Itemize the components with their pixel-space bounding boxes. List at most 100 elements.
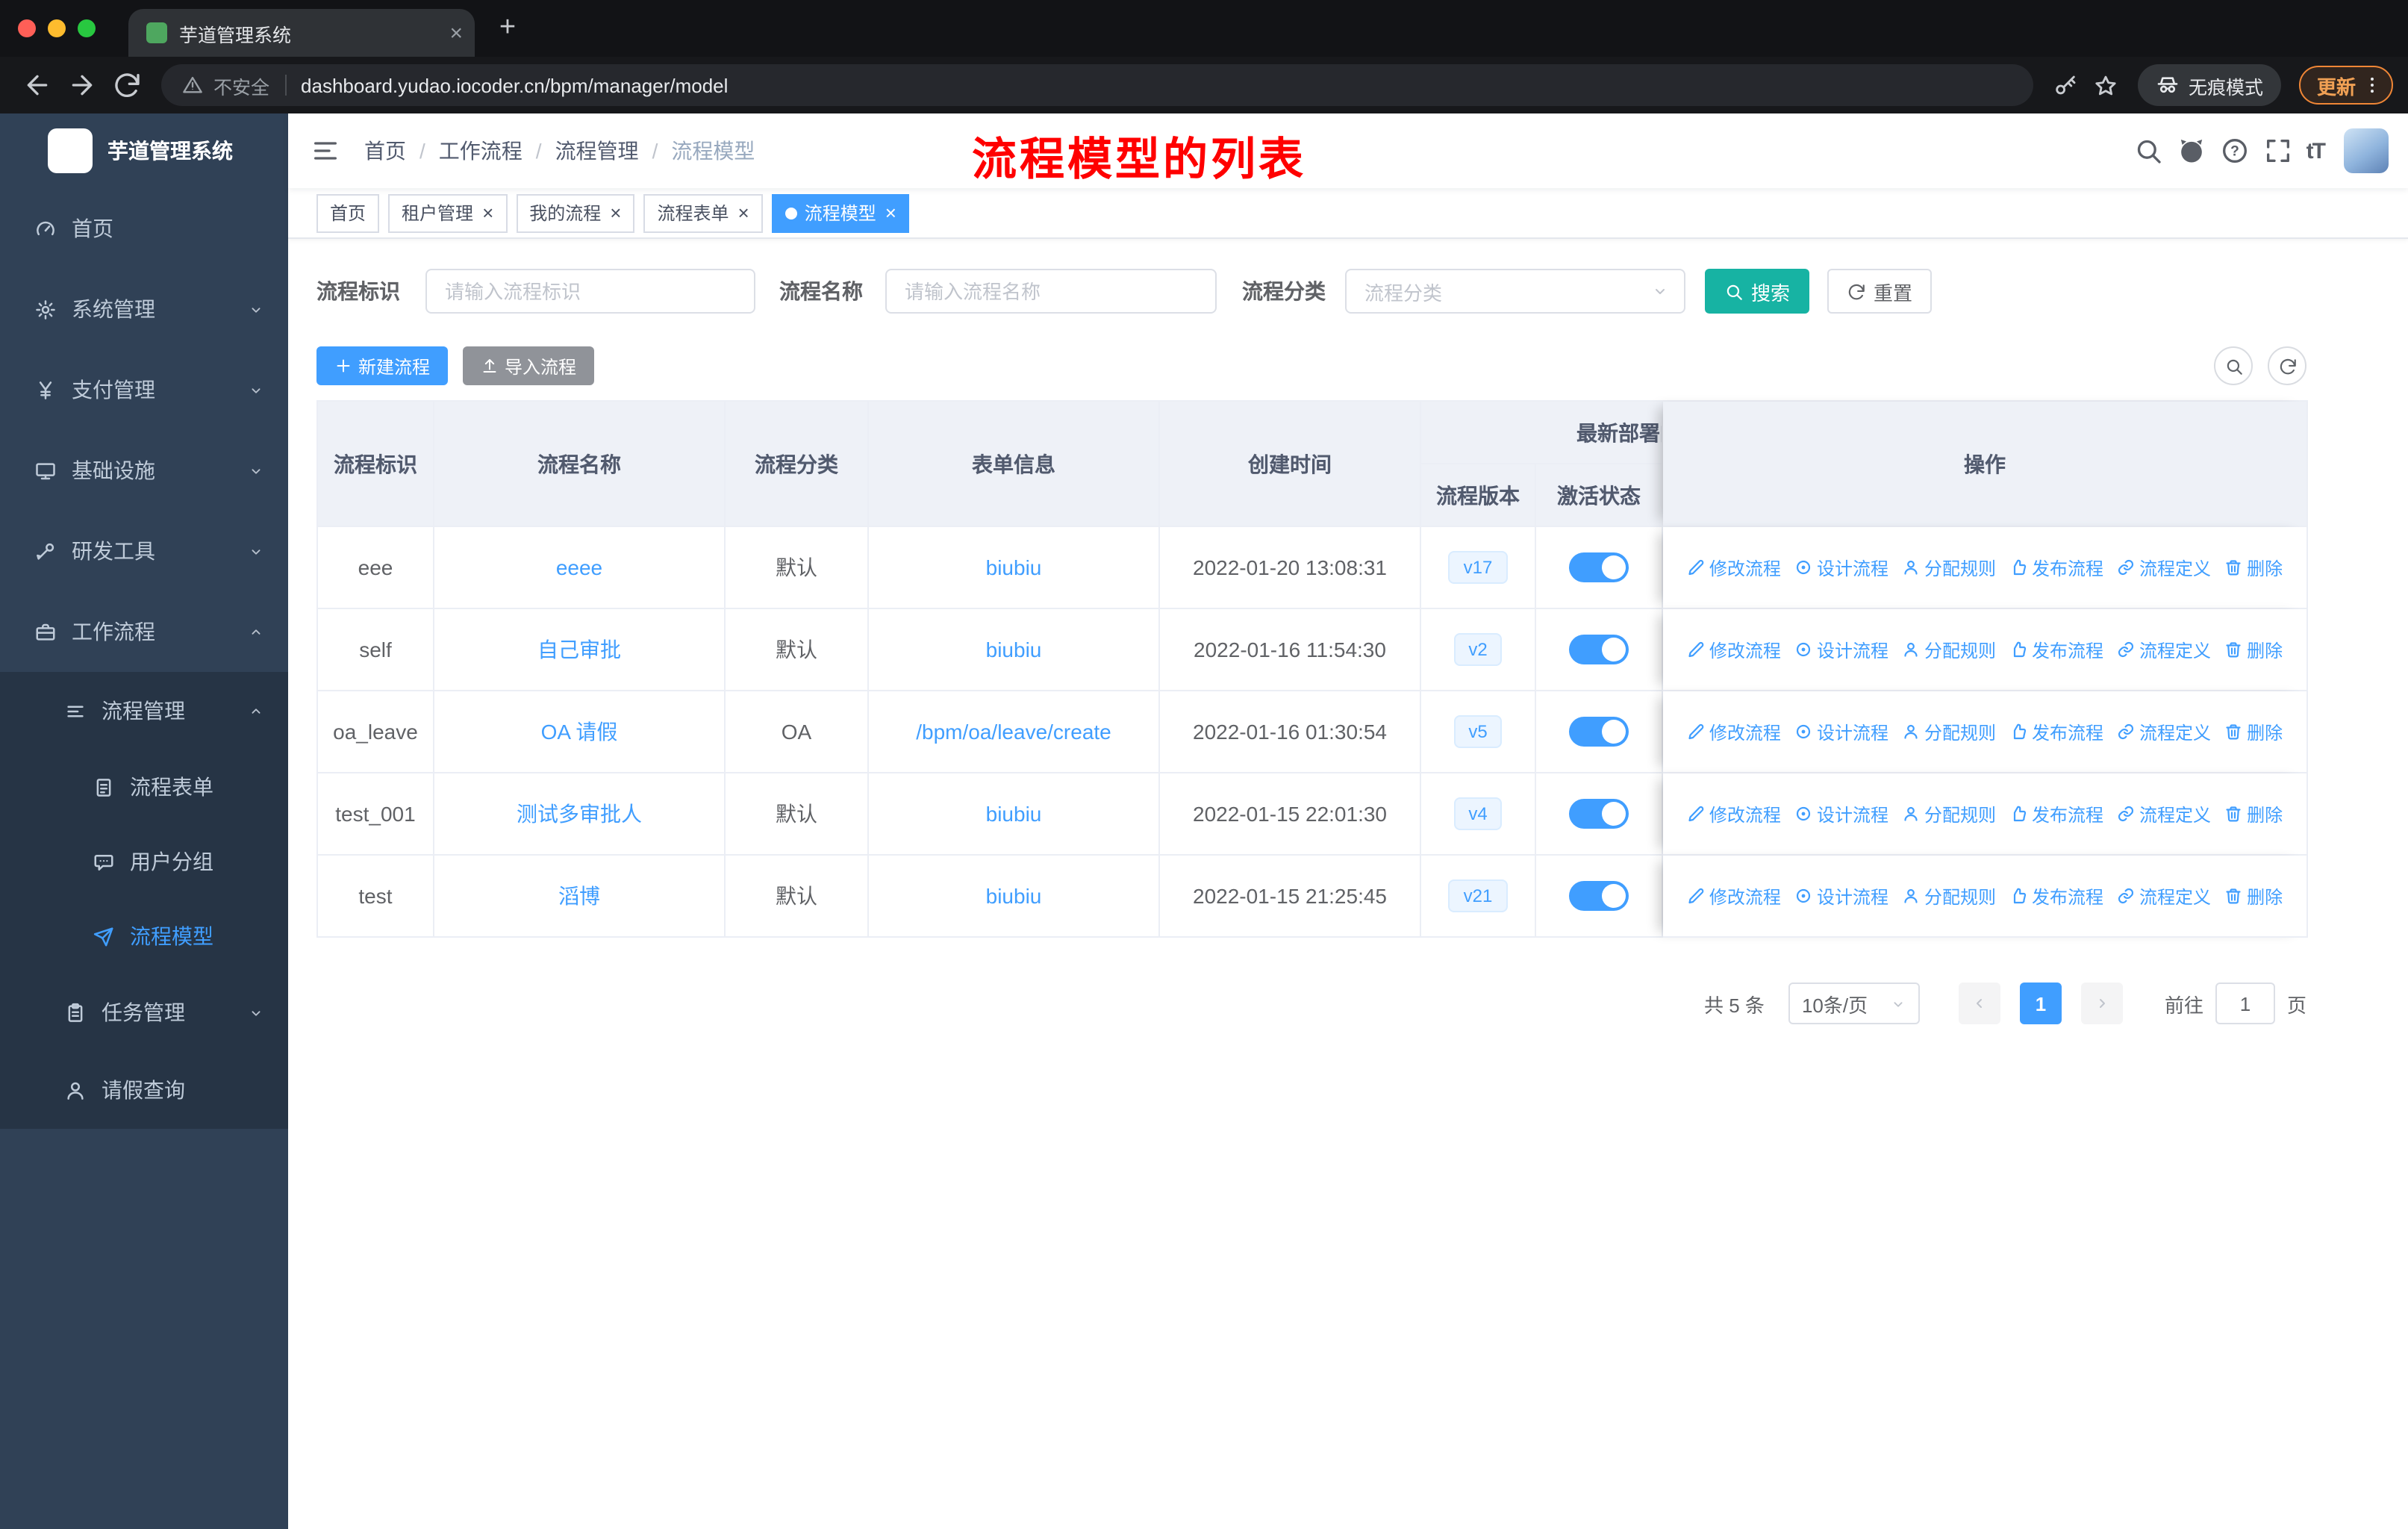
action-deploy[interactable]: 发布流程	[2009, 719, 2103, 744]
sidebar-item-dev-tools[interactable]: 研发工具	[0, 511, 288, 591]
sidebar-item-system[interactable]: 系统管理	[0, 269, 288, 349]
version-tag[interactable]: v21	[1448, 879, 1508, 912]
sidebar-item-workflow[interactable]: 工作流程	[0, 591, 288, 672]
sidebar-item-user-group[interactable]: 用户分组	[0, 824, 288, 899]
page-size-select[interactable]: 10条/页	[1788, 983, 1920, 1024]
process-name-link[interactable]: 自己审批	[537, 635, 621, 664]
browser-menu-dots-icon[interactable]	[2362, 75, 2383, 96]
window-close-button[interactable]	[18, 19, 36, 37]
breadcrumb-item[interactable]: 流程管理	[555, 136, 639, 166]
github-icon[interactable]	[2177, 136, 2206, 166]
sidebar-item-process-form[interactable]: 流程表单	[0, 750, 288, 824]
update-button[interactable]: 更新	[2298, 66, 2393, 105]
password-key-icon[interactable]	[2053, 72, 2078, 98]
process-name-link[interactable]: 滔博	[558, 881, 600, 911]
refresh-table-button[interactable]	[2268, 346, 2306, 385]
action-update[interactable]: 修改流程	[1687, 637, 1781, 662]
sidebar-item-process-management[interactable]: 流程管理	[0, 672, 288, 750]
page-number-button[interactable]: 1	[2019, 983, 2062, 1024]
version-tag[interactable]: v17	[1448, 551, 1508, 584]
bookmark-star-icon[interactable]	[2093, 72, 2118, 98]
version-tag[interactable]: v2	[1453, 633, 1503, 666]
action-assign-rule[interactable]: 分配规则	[1902, 555, 1996, 580]
form-link[interactable]: biubiu	[986, 884, 1042, 908]
action-assign-rule[interactable]: 分配规则	[1902, 637, 1996, 662]
breadcrumb-item[interactable]: 工作流程	[439, 136, 523, 166]
sidebar-collapse-button[interactable]	[311, 136, 340, 166]
action-deploy[interactable]: 发布流程	[2009, 883, 2103, 909]
breadcrumb-item[interactable]: 首页	[364, 136, 406, 166]
action-delete[interactable]: 删除	[2224, 555, 2283, 580]
process-name-link[interactable]: 测试多审批人	[517, 799, 642, 829]
form-link[interactable]: biubiu	[986, 802, 1042, 826]
action-definition[interactable]: 流程定义	[2117, 637, 2211, 662]
active-toggle[interactable]	[1569, 717, 1629, 747]
reload-button[interactable]	[112, 70, 142, 100]
window-zoom-button[interactable]	[78, 19, 96, 37]
help-icon[interactable]	[2220, 136, 2250, 166]
version-tag[interactable]: v4	[1453, 797, 1503, 830]
action-definition[interactable]: 流程定义	[2117, 719, 2211, 744]
tab-process-model[interactable]: 流程模型 ×	[771, 193, 910, 232]
user-avatar[interactable]	[2344, 128, 2389, 173]
action-deploy[interactable]: 发布流程	[2009, 555, 2103, 580]
create-process-button[interactable]: 新建流程	[316, 346, 449, 385]
process-key-input[interactable]	[425, 269, 755, 314]
active-toggle[interactable]	[1569, 552, 1629, 582]
action-delete[interactable]: 删除	[2224, 719, 2283, 744]
form-link[interactable]: biubiu	[986, 638, 1042, 661]
not-secure-warning-icon[interactable]	[182, 75, 203, 96]
toggle-search-button[interactable]	[2214, 346, 2253, 385]
tab-close-icon[interactable]: ×	[449, 22, 463, 44]
tab-process-form[interactable]: 流程表单 ×	[643, 193, 763, 232]
action-definition[interactable]: 流程定义	[2117, 555, 2211, 580]
action-design[interactable]: 设计流程	[1794, 637, 1888, 662]
active-toggle[interactable]	[1569, 799, 1629, 829]
action-design[interactable]: 设计流程	[1794, 801, 1888, 826]
prev-page-button[interactable]	[1958, 983, 2000, 1024]
import-process-button[interactable]: 导入流程	[463, 346, 595, 385]
action-design[interactable]: 设计流程	[1794, 883, 1888, 909]
action-assign-rule[interactable]: 分配规则	[1902, 801, 1996, 826]
next-page-button[interactable]	[2080, 983, 2123, 1024]
action-update[interactable]: 修改流程	[1687, 719, 1781, 744]
action-update[interactable]: 修改流程	[1687, 801, 1781, 826]
category-select[interactable]: 流程分类	[1345, 269, 1685, 314]
tab-tenant[interactable]: 租户管理 ×	[388, 193, 508, 232]
goto-page-input[interactable]	[2215, 983, 2275, 1024]
sidebar-item-infrastructure[interactable]: 基础设施	[0, 430, 288, 511]
action-deploy[interactable]: 发布流程	[2009, 637, 2103, 662]
tab-home[interactable]: 首页	[316, 193, 380, 232]
search-button[interactable]: 搜索	[1705, 269, 1810, 314]
sidebar-item-task-management[interactable]: 任务管理	[0, 974, 288, 1051]
close-icon[interactable]: ×	[610, 203, 621, 222]
url-bar[interactable]: 不安全 dashboard.yudao.iocoder.cn/bpm/manag…	[161, 64, 2033, 106]
tab-my-process[interactable]: 我的流程 ×	[516, 193, 635, 232]
process-name-link[interactable]: eeee	[556, 555, 602, 579]
back-button[interactable]	[22, 70, 52, 100]
font-size-icon[interactable]: tT	[2306, 138, 2326, 164]
reset-button[interactable]: 重置	[1827, 269, 1933, 314]
process-name-link[interactable]: OA 请假	[541, 717, 618, 747]
version-tag[interactable]: v5	[1453, 715, 1503, 748]
action-update[interactable]: 修改流程	[1687, 883, 1781, 909]
app-logo[interactable]: 芋道管理系统	[0, 113, 288, 188]
action-assign-rule[interactable]: 分配规则	[1902, 719, 1996, 744]
sidebar-item-leave-query[interactable]: 请假查询	[0, 1051, 288, 1129]
header-search-icon[interactable]	[2133, 136, 2163, 166]
action-deploy[interactable]: 发布流程	[2009, 801, 2103, 826]
action-delete[interactable]: 删除	[2224, 883, 2283, 909]
new-tab-button[interactable]: +	[487, 7, 528, 49]
action-definition[interactable]: 流程定义	[2117, 883, 2211, 909]
window-minimize-button[interactable]	[48, 19, 66, 37]
form-link[interactable]: biubiu	[986, 555, 1042, 579]
action-delete[interactable]: 删除	[2224, 637, 2283, 662]
action-design[interactable]: 设计流程	[1794, 555, 1888, 580]
action-definition[interactable]: 流程定义	[2117, 801, 2211, 826]
sidebar-item-process-model[interactable]: 流程模型	[0, 899, 288, 974]
sidebar-item-home[interactable]: 首页	[0, 188, 288, 269]
close-icon[interactable]: ×	[738, 203, 749, 222]
form-link[interactable]: /bpm/oa/leave/create	[916, 720, 1111, 744]
action-design[interactable]: 设计流程	[1794, 719, 1888, 744]
active-toggle[interactable]	[1569, 881, 1629, 911]
